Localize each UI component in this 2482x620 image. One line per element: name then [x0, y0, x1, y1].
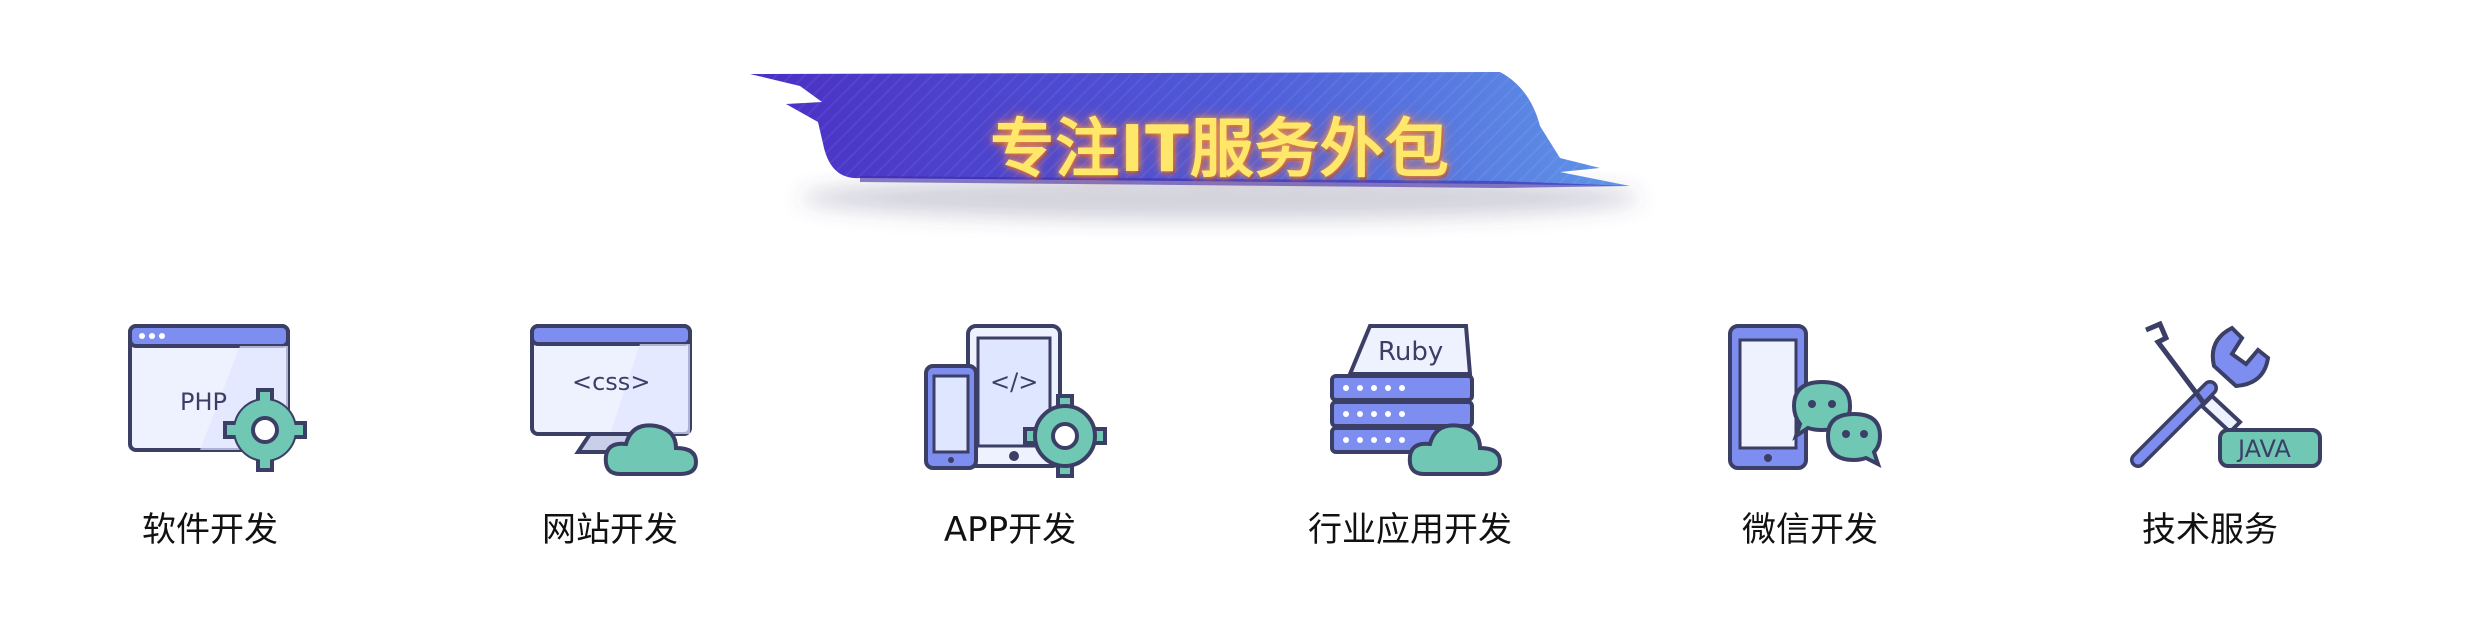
service-app-development[interactable]: </> APP开发 [890, 310, 1130, 570]
css-text: <css> [572, 368, 650, 396]
php-text: PHP [180, 388, 227, 416]
service-label: APP开发 [943, 510, 1077, 550]
service-label: 技术服务 [2142, 510, 2278, 550]
service-website-development[interactable]: <css> 网站开发 [490, 310, 730, 570]
ruby-server-cloud-icon: Ruby [1330, 324, 1503, 476]
java-tools-icon: JAVA [2130, 320, 2322, 468]
css-monitor-cloud-icon: <css> [530, 324, 699, 476]
java-text: JAVA [2236, 435, 2291, 463]
services-row: PHP 软件开发 <css> 网站开发 </> APP开发 Ruby 行业应用开… [0, 310, 2482, 570]
service-label: 微信开发 [1742, 510, 1878, 550]
service-industry-app-development[interactable]: Ruby 行业应用开发 [1290, 310, 1530, 570]
ruby-text: Ruby [1378, 337, 1443, 367]
mobile-tablet-code-gear-icon: </> [924, 324, 1107, 478]
code-text: </> [990, 368, 1038, 396]
service-label: 软件开发 [142, 510, 278, 550]
phone-wechat-icon [1728, 324, 1883, 470]
banner: 专注IT服务外包 [740, 68, 1700, 238]
service-wechat-development[interactable]: 微信开发 [1690, 310, 1930, 570]
service-label: 行业应用开发 [1308, 510, 1512, 550]
php-window-gear-icon: PHP [128, 324, 307, 472]
banner-title: 专注IT服务外包 [990, 113, 1450, 187]
service-label: 网站开发 [542, 510, 678, 550]
service-software-development[interactable]: PHP 软件开发 [90, 310, 330, 570]
service-technical-service[interactable]: JAVA 技术服务 [2090, 310, 2330, 570]
